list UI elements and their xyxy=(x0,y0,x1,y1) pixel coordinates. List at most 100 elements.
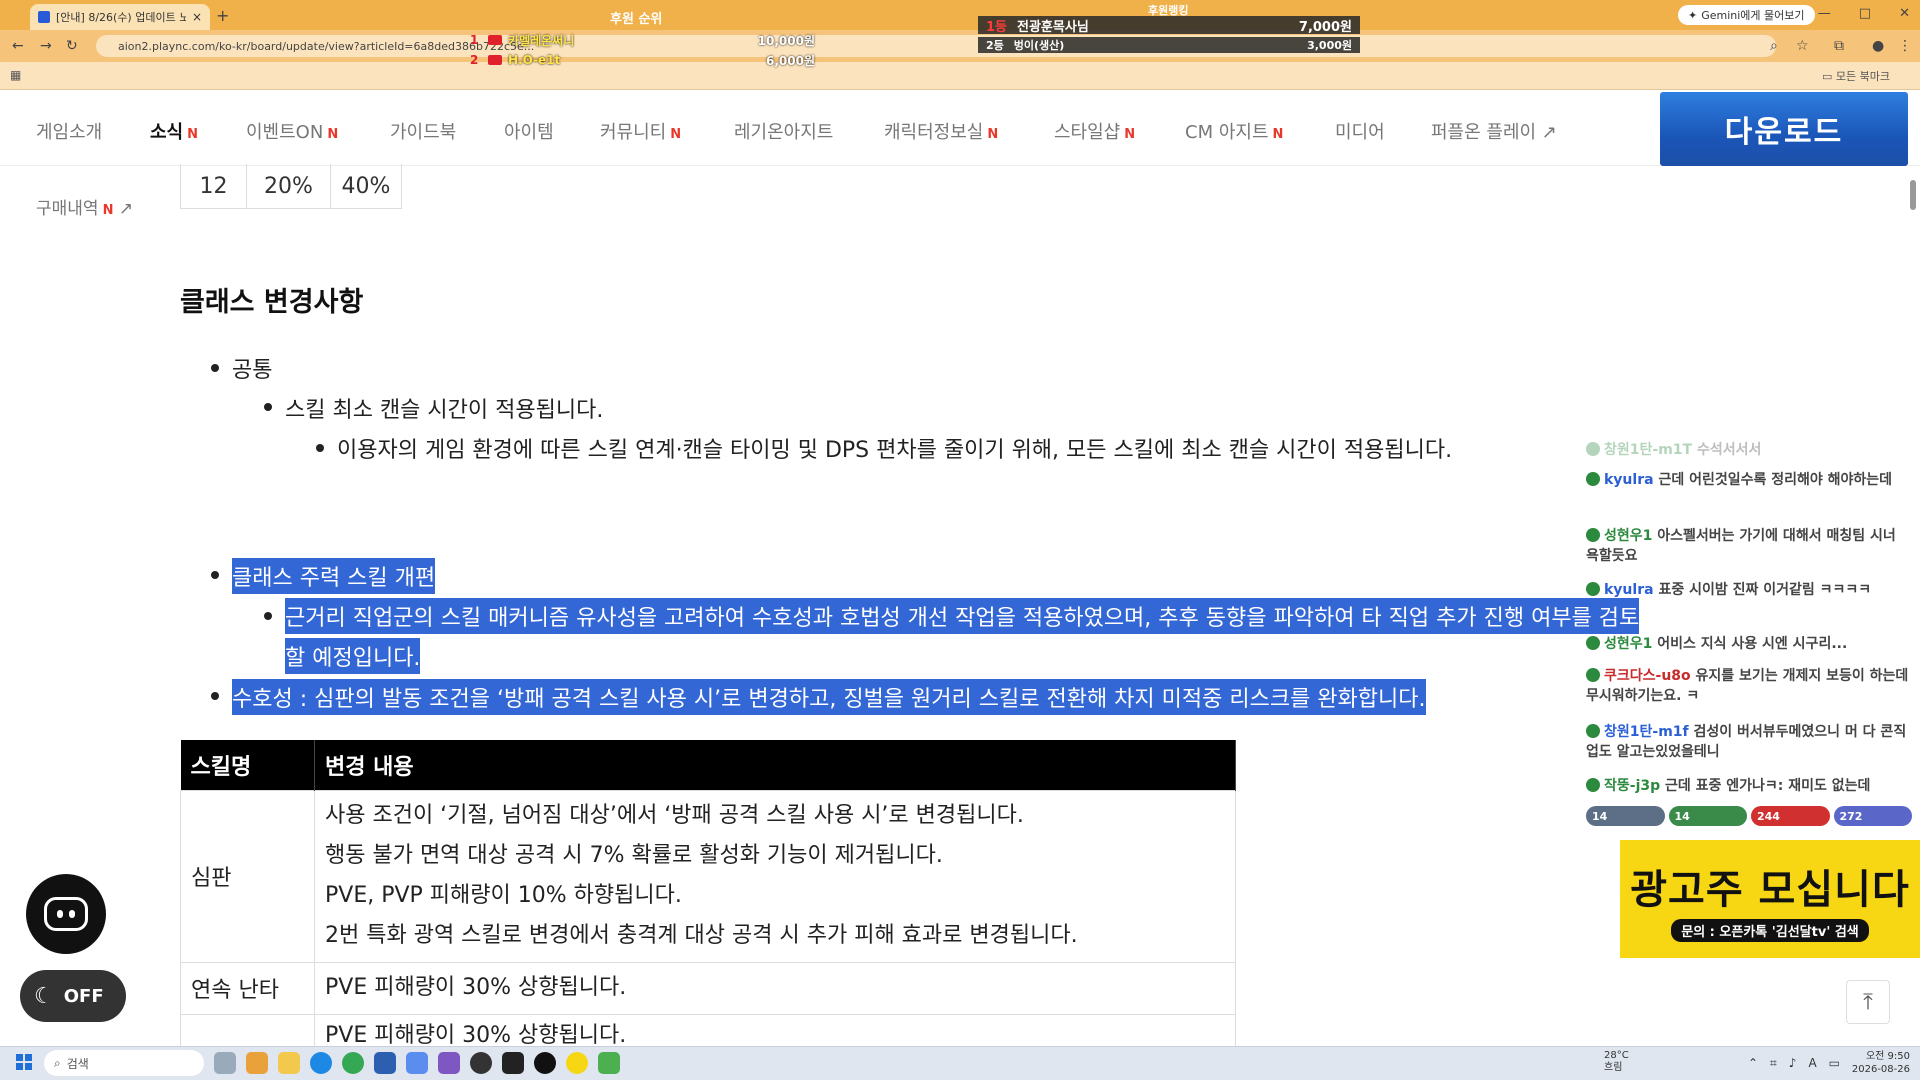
profile-avatar-icon[interactable]: ● xyxy=(1872,38,1884,54)
user-badge-icon xyxy=(1586,472,1600,486)
list-item-selected[interactable]: 할 예정입니다. xyxy=(285,638,421,674)
gemini-label: Gemini에게 물어보기 xyxy=(1701,9,1805,22)
tab-title: [안내] 8/26(수) 업데이트 노트 xyxy=(56,11,186,24)
nav-item-label: CM 아지트 xyxy=(1185,122,1269,143)
volume-icon[interactable]: ♪ xyxy=(1789,1056,1797,1071)
table-cell: 40% xyxy=(341,173,391,199)
close-window-icon[interactable]: ✕ xyxy=(1899,6,1910,21)
file-explorer-icon[interactable] xyxy=(278,1052,300,1074)
nav-item-label: 스타일샵 xyxy=(1054,122,1121,143)
clock-time: 오전 9:50 xyxy=(1865,1051,1910,1062)
forward-icon[interactable]: → xyxy=(40,38,52,54)
copilot-icon[interactable] xyxy=(246,1052,268,1074)
bullet xyxy=(211,364,219,372)
taskbar-clock[interactable]: 오전 9:50 2026-08-26 xyxy=(1852,1050,1910,1076)
task-view-icon[interactable] xyxy=(214,1052,236,1074)
donation-title: 후원 순위 xyxy=(610,12,663,27)
discord-icon[interactable] xyxy=(438,1052,460,1074)
app-icon[interactable] xyxy=(534,1052,556,1074)
user-badge-icon xyxy=(1586,582,1600,596)
change-line: 2번 특화 광역 스킬로 변경에서 충격계 대상 공격 시 추가 피해 효과로 … xyxy=(325,923,1078,948)
url-field[interactable]: aion2.plaync.com/ko-kr/board/update/view… xyxy=(96,35,1776,57)
nav-item[interactable]: 가이드북 xyxy=(390,118,456,144)
bookmark-star-icon[interactable]: ☆ xyxy=(1796,38,1809,54)
ad-headline: 광고주 모십니다 xyxy=(1630,866,1910,913)
user-badge-icon xyxy=(1586,778,1600,792)
gemini-button[interactable]: ✦ Gemini에게 물어보기 xyxy=(1678,5,1815,25)
menu-kebab-icon[interactable]: ⋮ xyxy=(1898,38,1912,54)
back-icon[interactable]: ← xyxy=(12,38,24,54)
app-icon[interactable] xyxy=(470,1052,492,1074)
zoom-icon[interactable]: ⌕ xyxy=(1770,38,1778,54)
edge-icon[interactable] xyxy=(310,1052,332,1074)
weather-widget[interactable]: 28°C 흐림 xyxy=(1604,1050,1629,1074)
new-badge: N xyxy=(327,127,339,142)
change-cell: 사용 조건이 ‘기절, 넘어짐 대상’에서 ‘방패 공격 스킬 사용 시’로 변… xyxy=(314,789,1236,963)
nav-item[interactable]: 미디어 xyxy=(1335,118,1385,144)
nav-item[interactable]: CM 아지트 N xyxy=(1185,118,1283,144)
store-icon[interactable] xyxy=(374,1052,396,1074)
chat-message: kyulra 표중 시이밤 진짜 이거같림 ㅋㅋㅋㅋ xyxy=(1586,580,1912,600)
site-favicon-icon xyxy=(38,11,50,23)
list-item: 이용자의 게임 환경에 따른 스킬 연계·캔슬 타이밍 및 DPS 편차를 줄이… xyxy=(337,438,1453,463)
list-item-selected[interactable]: 클래스 주력 스킬 개편 xyxy=(232,558,436,594)
dark-mode-toggle[interactable]: ☾ OFF xyxy=(20,970,126,1022)
taskbar-search[interactable]: ⌕ 검색 xyxy=(44,1050,204,1076)
all-bookmarks-label: 모든 북마크 xyxy=(1835,70,1890,83)
table-cell: 12 xyxy=(181,164,247,208)
tab-close-icon[interactable]: × xyxy=(192,10,202,24)
kakaotalk-icon[interactable] xyxy=(566,1052,588,1074)
new-badge: N xyxy=(1124,127,1136,142)
nav-item[interactable]: 소식 N xyxy=(150,118,198,144)
chat-username: kyulra xyxy=(1604,472,1654,488)
media-player-icon[interactable] xyxy=(502,1052,524,1074)
new-tab-icon[interactable]: + xyxy=(216,6,229,25)
change-line: PVE 피해량이 30% 상향됩니다. xyxy=(325,975,627,1000)
scroll-to-top-button[interactable]: ⤒ xyxy=(1846,980,1890,1024)
chevron-up-icon[interactable]: ⌃ xyxy=(1748,1056,1758,1071)
nav-item[interactable]: 게임소개 xyxy=(36,118,102,144)
skill-name-cell: 심판 xyxy=(180,789,315,963)
windows-start-icon[interactable] xyxy=(16,1054,32,1070)
chat-username: kyulra xyxy=(1604,582,1654,598)
apps-grid-icon[interactable]: ▦ xyxy=(10,68,21,82)
nav-item[interactable]: 아이템 xyxy=(504,118,554,144)
bullet xyxy=(264,403,272,411)
nav-item[interactable]: 스타일샵 N xyxy=(1054,118,1135,144)
app-icon[interactable] xyxy=(406,1052,428,1074)
display-icon[interactable]: ▭ xyxy=(1829,1056,1840,1071)
nav-item[interactable]: 커뮤니티 N xyxy=(600,118,681,144)
browser-tab[interactable]: [안내] 8/26(수) 업데이트 노트 × xyxy=(30,4,210,30)
nav-item[interactable]: 캐릭터정보실 N xyxy=(884,118,998,144)
user-badge-icon xyxy=(1586,528,1600,542)
chat-text: 수석서서서 xyxy=(1696,442,1762,458)
chat-text: 근데 어린것일수록 정리해야 해야하는데 xyxy=(1658,472,1893,488)
list-item: 스킬 최소 캔슬 시간이 적용됩니다. xyxy=(285,398,604,423)
rate-table-row: 12 20% 40% xyxy=(180,164,402,209)
app-icon[interactable] xyxy=(598,1052,620,1074)
list-item-selected[interactable]: 근거리 직업군의 스킬 매커니즘 유사성을 고려하여 수호성과 호법성 개선 작… xyxy=(285,598,1640,634)
scrollbar-thumb[interactable] xyxy=(1910,180,1916,210)
maximize-icon[interactable]: □ xyxy=(1859,6,1871,21)
chatbot-button[interactable] xyxy=(26,874,106,954)
extensions-icon[interactable]: ⧉ xyxy=(1834,38,1844,54)
chrome-icon[interactable] xyxy=(342,1052,364,1074)
minimize-icon[interactable]: — xyxy=(1818,6,1831,21)
nav-item[interactable]: 이벤트ON N xyxy=(246,118,338,144)
external-link-icon: ↗ xyxy=(118,199,134,219)
nav-item-label: 소식 xyxy=(150,122,184,143)
all-bookmarks-link[interactable]: ▭ 모든 북마크 xyxy=(1822,68,1890,84)
nav-item[interactable]: 레기온아지트 xyxy=(734,118,833,144)
nav-item[interactable]: 퍼플온 플레이 ↗ xyxy=(1431,118,1557,144)
ad-banner: 광고주 모십니다 문의 : 오픈카톡 '김선달tv' 검색 xyxy=(1620,840,1920,958)
chat-message: 성현우1 아스펠서버는 가기에 대해서 매칭팀 시너 욕할듯요 xyxy=(1586,526,1912,566)
change-line: 행동 불가 면역 대상 공격 시 7% 확률로 활성화 기능이 제거됩니다. xyxy=(325,843,943,868)
network-icon[interactable]: ⌗ xyxy=(1770,1056,1777,1071)
list-item-selected[interactable]: 수호성 : 심판의 발동 조건을 ‘방패 공격 스킬 사용 시’로 변경하고, … xyxy=(232,679,1426,715)
ime-icon[interactable]: A xyxy=(1808,1056,1816,1071)
chat-username: 작뚱-j3p xyxy=(1604,778,1661,794)
purchase-history-link[interactable]: 구매내역 N ↗ xyxy=(36,194,133,219)
table-header-skill: 스킬명 xyxy=(180,740,315,790)
reload-icon[interactable]: ↻ xyxy=(66,38,78,54)
download-button[interactable]: 다운로드 xyxy=(1660,92,1908,166)
